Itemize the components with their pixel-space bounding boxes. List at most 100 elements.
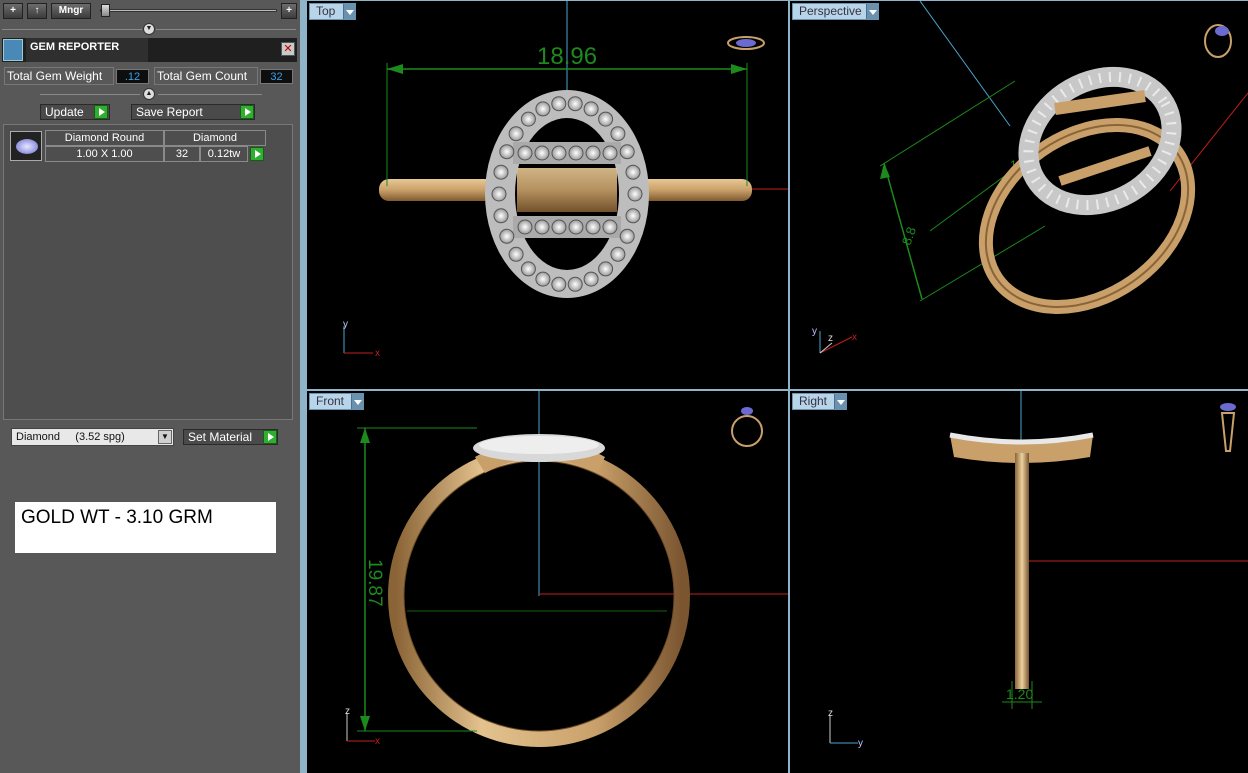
gem-shape-header: Diamond Round — [45, 130, 164, 146]
diamond-stone — [610, 126, 626, 142]
diamond-stone — [535, 101, 551, 117]
set-material-go-icon[interactable] — [263, 430, 277, 444]
diamond-stone — [568, 219, 584, 235]
manager-button[interactable]: Mngr — [51, 3, 91, 19]
divider — [2, 29, 142, 30]
gem-type-header: Diamond — [164, 130, 266, 146]
viewport-perspective-tab[interactable]: Perspective — [792, 3, 879, 20]
chevron-down-icon[interactable] — [866, 4, 878, 19]
view-cube-icon[interactable] — [1220, 403, 1236, 452]
view-cube-icon[interactable] — [1204, 24, 1232, 58]
viewport-front-tab[interactable]: Front — [309, 393, 364, 410]
viewport-right-tab[interactable]: Right — [792, 393, 847, 410]
divider — [156, 29, 296, 30]
update-go-icon[interactable] — [94, 105, 108, 119]
diamond-stone — [551, 219, 567, 235]
diamond-stone — [493, 208, 509, 224]
diamond-stone — [567, 276, 583, 292]
axis-y-label: y — [858, 738, 863, 749]
viewport-perspective-label: Perspective — [799, 4, 862, 18]
collapse-toggle-icon[interactable]: ▲ — [143, 88, 155, 100]
total-gem-weight-label: Total Gem Weight — [4, 67, 114, 85]
axis-z-label: z — [828, 708, 833, 719]
gem-size-cell: 1.00 X 1.00 — [45, 146, 164, 162]
diamond-stone — [491, 186, 507, 202]
diamond-stone — [551, 96, 567, 112]
diamond-stone — [602, 145, 618, 161]
diamond-stone — [520, 261, 536, 277]
diamond-stone — [583, 101, 599, 117]
axis-z-label: z — [828, 333, 833, 344]
axis-x-label: x — [852, 332, 857, 343]
view-cube-icon[interactable] — [727, 36, 765, 50]
gem-count-cell: 32 — [164, 146, 200, 162]
viewport-top-label: Top — [316, 4, 336, 18]
viewport-top[interactable]: 18.96 y x Top — [307, 1, 788, 389]
viewport-front[interactable]: 19.87 z x Front — [307, 391, 788, 773]
diamond-stone — [610, 246, 626, 262]
axis-x-label: x — [375, 736, 380, 747]
total-gem-count-label: Total Gem Count — [154, 67, 258, 85]
diamond-stone — [567, 96, 583, 112]
divider — [158, 94, 262, 95]
diamond-round-icon — [10, 131, 42, 161]
gem-row-go-icon[interactable] — [250, 147, 264, 161]
add-right-button[interactable]: + — [281, 3, 297, 19]
diamond-stone — [499, 228, 515, 244]
chevron-down-icon[interactable] — [343, 4, 355, 19]
diamond-stone — [585, 219, 601, 235]
save-report-label: Save Report — [136, 105, 203, 119]
move-up-button[interactable]: ↑ — [27, 3, 47, 19]
diamond-stone — [627, 186, 643, 202]
close-icon[interactable]: ✕ — [281, 42, 295, 56]
front-view-canvas: 19.87 z x — [345, 391, 788, 747]
right-thickness-dimension: 1.20 — [1006, 686, 1033, 702]
total-gem-count-value: 32 — [260, 69, 293, 84]
diamond-stone — [534, 145, 550, 161]
view-cube-icon[interactable] — [731, 407, 763, 447]
top-width-dimension: 18.96 — [537, 43, 597, 70]
gem-list: Diamond Round Diamond 1.00 X 1.00 32 0.1… — [3, 124, 293, 420]
axis-y-label: y — [343, 319, 348, 330]
chevron-down-icon[interactable] — [834, 394, 846, 409]
collapse-toggle-icon[interactable]: ▼ — [143, 23, 155, 35]
axis-z-label: z — [345, 706, 350, 717]
axis-y-label: y — [812, 326, 817, 337]
diamond-stone — [619, 228, 635, 244]
slider-thumb[interactable] — [101, 4, 110, 17]
diamond-stone — [568, 145, 584, 161]
gem-reporter-icon — [3, 39, 23, 61]
chevron-down-icon[interactable] — [351, 394, 363, 409]
set-material-label: Set Material — [188, 430, 253, 444]
viewport-top-tab[interactable]: Top — [309, 3, 356, 20]
save-report-button[interactable]: Save Report — [131, 104, 255, 120]
slider-track[interactable] — [100, 9, 277, 12]
diamond-stone — [583, 271, 599, 287]
gold-weight-text: GOLD WT - 3.10 GRM — [21, 507, 213, 528]
ring-shank — [1015, 453, 1029, 689]
diamond-stone — [517, 145, 533, 161]
viewport-perspective[interactable]: 8.8 1. y z x Perspective — [790, 1, 1248, 389]
diamond-stone — [499, 144, 515, 160]
diamond-stone — [508, 246, 524, 262]
diamond-stone — [551, 145, 567, 161]
viewport-right-label: Right — [799, 394, 828, 408]
add-button[interactable]: + — [3, 3, 23, 19]
chevron-down-icon[interactable]: ▼ — [158, 430, 172, 444]
diamond-stone — [598, 261, 614, 277]
viewport-right[interactable]: 1.20 z y Right — [790, 391, 1248, 773]
axis-x-label: x — [375, 348, 380, 359]
top-view-canvas: 18.96 y x — [343, 1, 788, 359]
front-height-dimension: 19.87 — [364, 559, 385, 607]
diamond-stone — [625, 164, 641, 180]
material-select[interactable]: Diamond (3.52 spg) ▼ — [11, 428, 174, 446]
diamond-stone — [602, 219, 618, 235]
save-report-go-icon[interactable] — [240, 105, 254, 119]
left-panel: + ↑ Mngr + ▼ GEM REPORTER ✕ Total Gem We… — [0, 0, 300, 773]
ring-shank — [978, 118, 1196, 314]
total-gem-weight-value: .12 — [116, 69, 149, 84]
material-select-value: Diamond (3.52 spg) — [16, 431, 125, 443]
diamond-stone — [535, 271, 551, 287]
app-window: + ↑ Mngr + ▼ GEM REPORTER ✕ Total Gem We… — [0, 0, 1248, 773]
diamond-stone — [520, 111, 536, 127]
